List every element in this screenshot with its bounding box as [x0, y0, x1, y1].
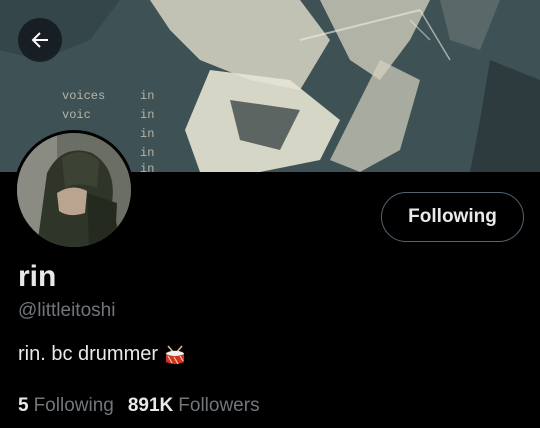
- username-handle: @littleitoshi: [18, 300, 116, 321]
- following-count: 5: [18, 395, 29, 416]
- following-stat[interactable]: 5 Following: [18, 395, 114, 417]
- followers-count: 891K: [127, 395, 174, 416]
- profile-stats: 5 Following 891K Followers: [18, 395, 260, 417]
- followers-label: Followers: [178, 395, 260, 416]
- drum-icon: [166, 344, 185, 364]
- arrow-left-icon: [31, 32, 48, 48]
- profile-bio: rin. bc drummer: [18, 343, 186, 366]
- banner-text-line: in: [140, 162, 154, 172]
- banner-text-line: voices: [62, 89, 105, 103]
- avatar-image: [17, 133, 131, 247]
- banner-text-line: in: [140, 127, 154, 141]
- followers-stat[interactable]: 891K Followers: [128, 395, 260, 417]
- display-name: rin: [18, 260, 57, 293]
- following-label: Following: [33, 395, 114, 416]
- avatar[interactable]: [14, 130, 134, 250]
- banner-text-line: voic: [62, 108, 91, 122]
- following-button[interactable]: Following: [381, 192, 524, 242]
- banner-text-line: in: [140, 146, 154, 160]
- banner-text-line: in: [140, 89, 154, 103]
- banner-text-line: in: [140, 108, 154, 122]
- bio-text: rin. bc drummer: [18, 343, 159, 365]
- back-button[interactable]: [18, 18, 62, 62]
